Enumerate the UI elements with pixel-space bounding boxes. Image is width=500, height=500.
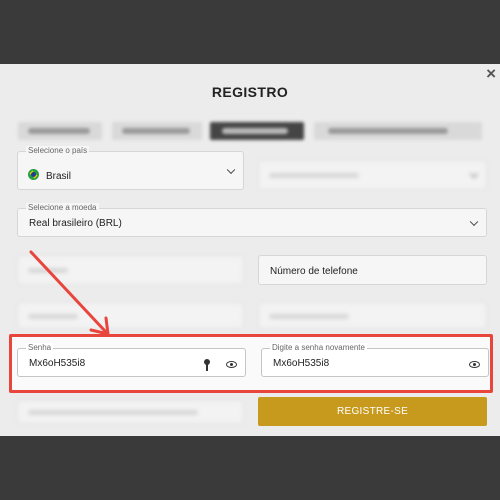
- annotation-arrow: [29, 250, 110, 336]
